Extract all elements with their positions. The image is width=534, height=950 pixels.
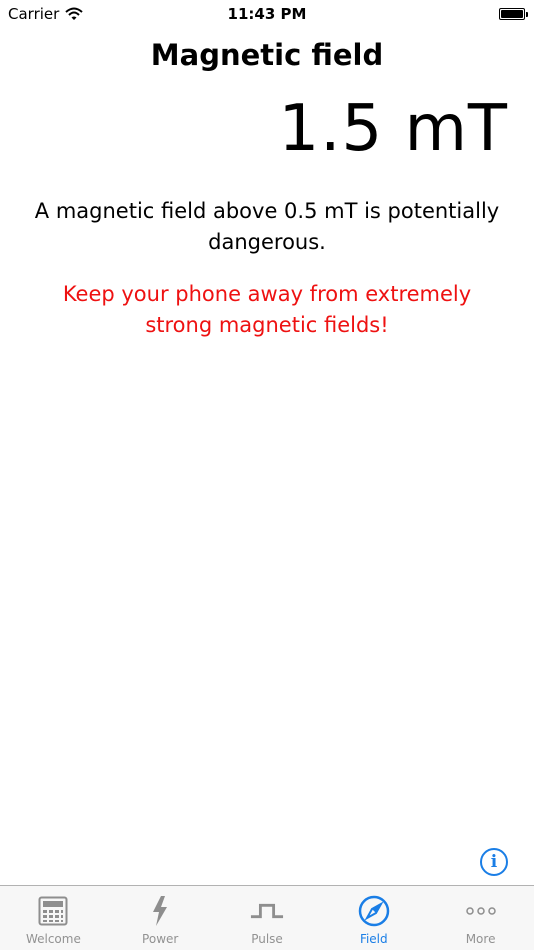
tab-bar: Welcome Power Pulse Field More: [0, 885, 534, 950]
page-title: Magnetic field: [150, 38, 384, 72]
compass-icon: [357, 894, 391, 928]
tab-pulse-label: Pulse: [251, 932, 283, 946]
tab-field-label: Field: [359, 932, 388, 946]
status-time: 11:43 PM: [227, 5, 307, 23]
tab-welcome[interactable]: Welcome: [0, 886, 107, 950]
tab-welcome-label: Welcome: [25, 932, 81, 946]
battery-fill: [501, 10, 523, 18]
info-button[interactable]: i: [480, 848, 508, 876]
warning-text: Keep your phone away from extremely stro…: [62, 282, 472, 337]
info-text: A magnetic field above 0.5 mT is potenti…: [34, 199, 500, 254]
tab-power[interactable]: Power: [107, 886, 214, 950]
tab-more[interactable]: More: [427, 886, 534, 950]
more-icon: [464, 894, 498, 928]
tab-pulse[interactable]: Pulse: [214, 886, 321, 950]
field-value-readout: 1.5 mT: [278, 92, 508, 166]
battery-nub: [526, 12, 528, 17]
tab-field[interactable]: Field: [320, 886, 427, 950]
pulse-icon: [250, 894, 284, 928]
calculator-icon: [36, 894, 70, 928]
battery-icon: [499, 8, 528, 20]
tab-more-label: More: [465, 932, 496, 946]
status-bar: Carrier 11:43 PM: [0, 0, 534, 28]
tab-power-label: Power: [142, 932, 179, 946]
lightning-icon: [143, 894, 177, 928]
